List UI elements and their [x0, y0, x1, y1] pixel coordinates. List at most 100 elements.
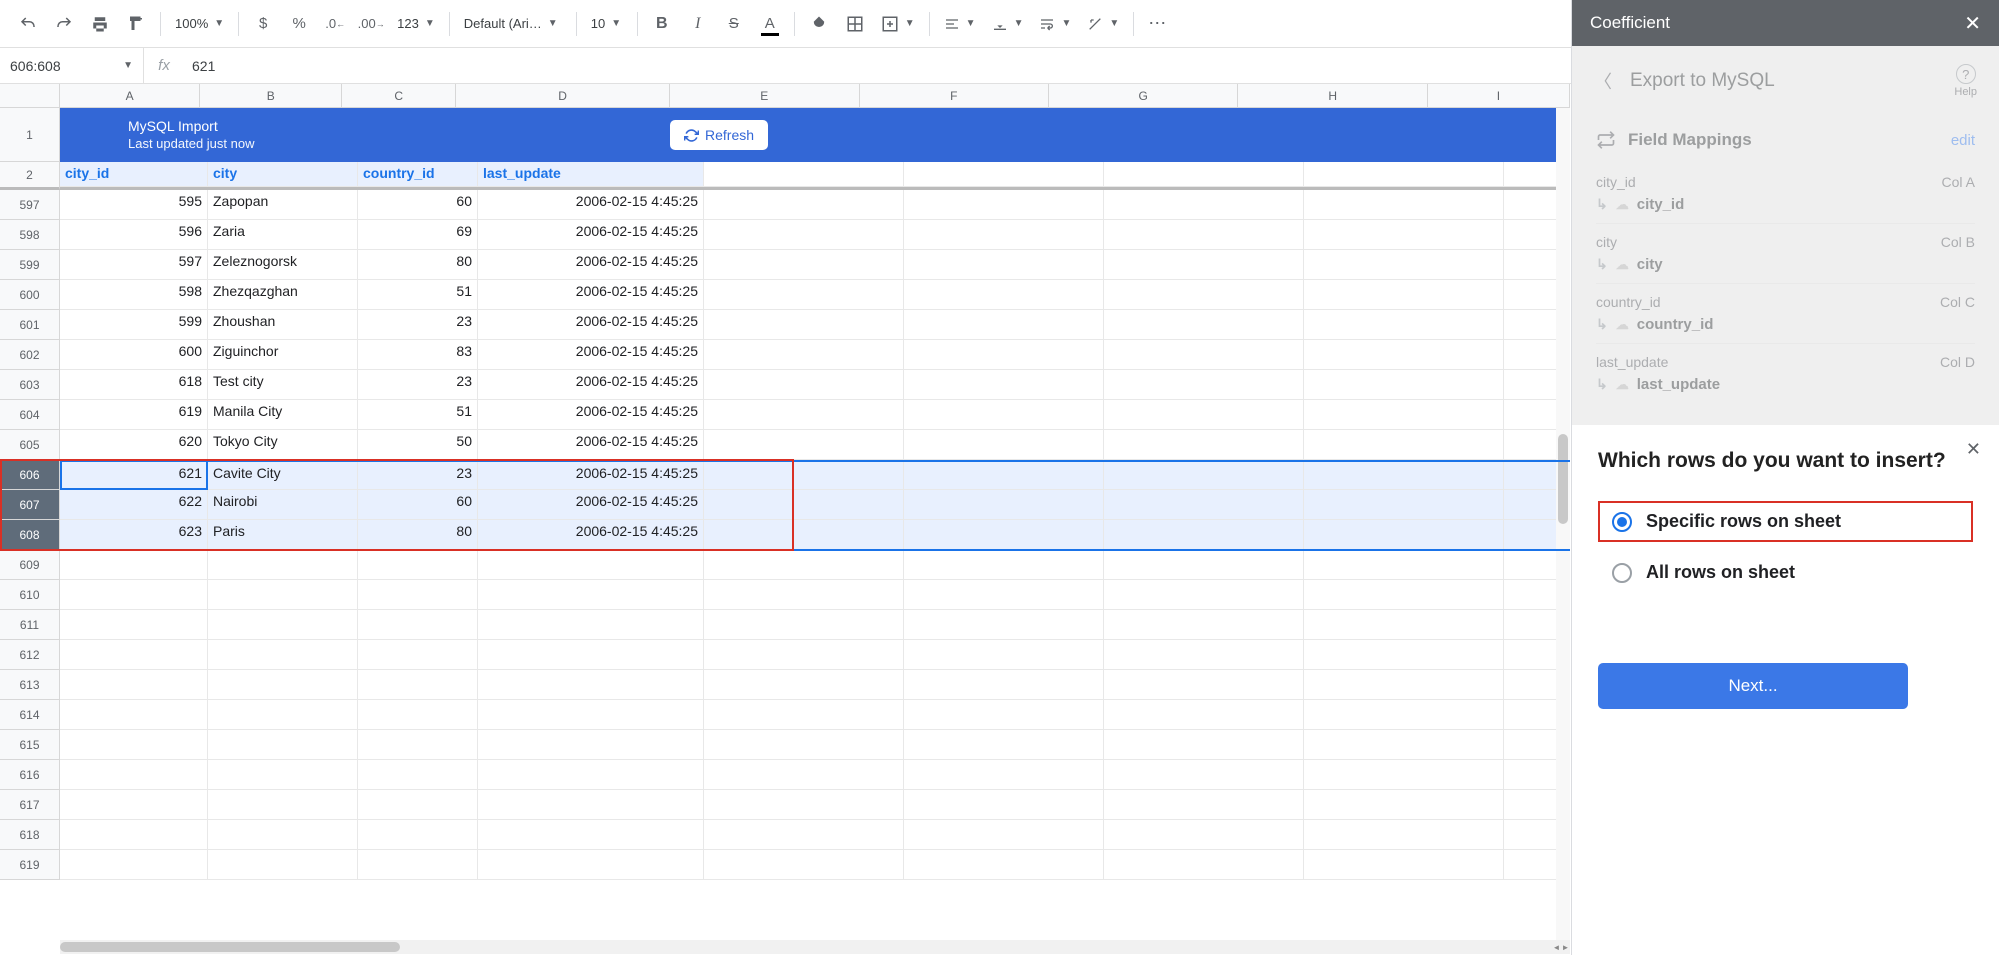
cell[interactable]	[904, 670, 1104, 700]
fill-color-button[interactable]	[803, 8, 835, 40]
cell[interactable]	[208, 700, 358, 730]
cell[interactable]	[358, 700, 478, 730]
cell[interactable]	[904, 430, 1104, 460]
cell[interactable]: Cavite City	[208, 460, 358, 490]
zoom-select[interactable]: 100%▼	[169, 12, 230, 35]
column-header[interactable]: A	[60, 84, 200, 108]
increase-decimal-button[interactable]: .00→	[355, 8, 387, 40]
cell[interactable]	[358, 640, 478, 670]
cell[interactable]: Tokyo City	[208, 430, 358, 460]
cell[interactable]	[358, 580, 478, 610]
cell[interactable]	[1104, 400, 1304, 430]
cell[interactable]: 2006-02-15 4:45:25	[478, 400, 704, 430]
cell[interactable]	[704, 370, 904, 400]
cell[interactable]: 23	[358, 370, 478, 400]
cell[interactable]	[904, 310, 1104, 340]
cell[interactable]	[60, 670, 208, 700]
cell[interactable]	[1104, 760, 1304, 790]
cell[interactable]	[1304, 520, 1504, 550]
cell[interactable]	[1104, 700, 1304, 730]
cell[interactable]	[60, 610, 208, 640]
cell[interactable]	[208, 790, 358, 820]
cell[interactable]	[208, 820, 358, 850]
cell[interactable]	[904, 610, 1104, 640]
cell[interactable]	[704, 730, 904, 760]
more-button[interactable]: ⋯	[1142, 8, 1174, 40]
cell[interactable]	[1104, 730, 1304, 760]
cell[interactable]	[704, 550, 904, 580]
decrease-decimal-button[interactable]: .0←	[319, 8, 351, 40]
cell[interactable]	[208, 730, 358, 760]
row-header[interactable]: 599	[0, 250, 60, 280]
font-size-select[interactable]: 10▼	[585, 12, 629, 35]
cell[interactable]: 621	[60, 460, 208, 490]
cell[interactable]	[478, 610, 704, 640]
cell[interactable]	[1104, 310, 1304, 340]
cell[interactable]	[1304, 670, 1504, 700]
cell[interactable]: 623	[60, 520, 208, 550]
cell[interactable]	[704, 640, 904, 670]
cell[interactable]: Zaria	[208, 220, 358, 250]
row-header[interactable]: 602	[0, 340, 60, 370]
column-header[interactable]: B	[200, 84, 342, 108]
cell[interactable]	[478, 730, 704, 760]
cell[interactable]	[1304, 490, 1504, 520]
cell[interactable]: 595	[60, 190, 208, 220]
text-color-button[interactable]: A	[754, 8, 786, 40]
cell[interactable]	[1304, 580, 1504, 610]
cell[interactable]	[904, 580, 1104, 610]
cell[interactable]	[1304, 760, 1504, 790]
cell[interactable]: Zhezqazghan	[208, 280, 358, 310]
column-header[interactable]: H	[1238, 84, 1427, 108]
cell[interactable]	[904, 820, 1104, 850]
cell[interactable]: 2006-02-15 4:45:25	[478, 250, 704, 280]
cell[interactable]	[60, 700, 208, 730]
strikethrough-button[interactable]: S	[718, 8, 750, 40]
row-header[interactable]: 598	[0, 220, 60, 250]
cell[interactable]	[904, 400, 1104, 430]
cell[interactable]	[904, 760, 1104, 790]
cell[interactable]	[358, 760, 478, 790]
cell[interactable]	[1104, 610, 1304, 640]
column-header[interactable]: D	[456, 84, 670, 108]
cell[interactable]	[1304, 400, 1504, 430]
cell[interactable]	[358, 820, 478, 850]
scroll-thumb[interactable]	[60, 942, 400, 952]
scroll-left-icon[interactable]: ◄	[1552, 940, 1561, 954]
cell[interactable]	[60, 550, 208, 580]
scroll-thumb[interactable]	[1558, 434, 1568, 524]
cell[interactable]: 23	[358, 460, 478, 490]
cell[interactable]	[478, 580, 704, 610]
cell[interactable]	[704, 670, 904, 700]
cell[interactable]	[208, 640, 358, 670]
row-header[interactable]: 616	[0, 760, 60, 790]
scroll-right-icon[interactable]: ►	[1561, 940, 1570, 954]
cell[interactable]	[208, 850, 358, 880]
cell[interactable]	[1104, 670, 1304, 700]
cell[interactable]	[208, 760, 358, 790]
cell[interactable]: 80	[358, 520, 478, 550]
cell[interactable]	[704, 310, 904, 340]
cell[interactable]	[60, 850, 208, 880]
cell[interactable]	[60, 640, 208, 670]
cell[interactable]	[704, 820, 904, 850]
cell[interactable]: Zhoushan	[208, 310, 358, 340]
row-header[interactable]: 597	[0, 190, 60, 220]
cell[interactable]	[704, 190, 904, 220]
cell[interactable]: 51	[358, 280, 478, 310]
cell[interactable]: 60	[358, 190, 478, 220]
cell[interactable]	[704, 250, 904, 280]
cell[interactable]	[1304, 280, 1504, 310]
header-cell[interactable]	[704, 162, 904, 187]
cell[interactable]	[904, 370, 1104, 400]
column-header[interactable]: C	[342, 84, 456, 108]
paint-format-button[interactable]	[120, 8, 152, 40]
cell[interactable]	[478, 550, 704, 580]
cell[interactable]: 596	[60, 220, 208, 250]
undo-button[interactable]	[12, 8, 44, 40]
cell[interactable]	[478, 640, 704, 670]
row-header[interactable]: 2	[0, 162, 60, 190]
print-button[interactable]	[84, 8, 116, 40]
cell[interactable]	[60, 790, 208, 820]
refresh-button[interactable]: Refresh	[670, 120, 768, 150]
